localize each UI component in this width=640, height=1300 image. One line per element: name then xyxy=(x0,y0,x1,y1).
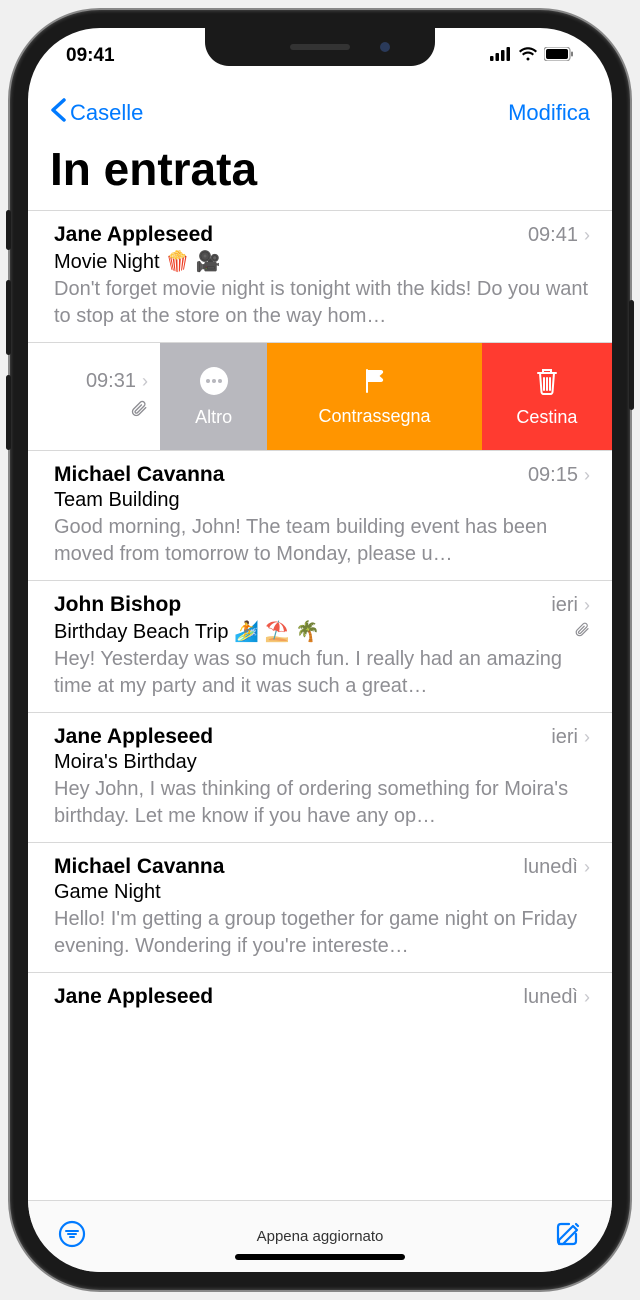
chevron-right-icon: › xyxy=(584,225,590,246)
swipe-peek: 09:31 › xyxy=(28,343,160,450)
edit-button[interactable]: Modifica xyxy=(508,100,590,126)
silent-switch xyxy=(6,210,11,250)
attachment-icon xyxy=(574,621,590,642)
mail-preview: Hey John, I was thinking of ordering som… xyxy=(54,776,590,830)
mail-row[interactable]: Jane Appleseed ieri › Moira's Birthday H… xyxy=(28,712,612,842)
chevron-right-icon: › xyxy=(584,857,590,878)
power-button xyxy=(629,300,634,410)
wifi-icon xyxy=(518,45,538,67)
swipe-more-label: Altro xyxy=(195,407,232,428)
mail-time: lunedì xyxy=(524,856,579,879)
mail-preview: Good morning, John! The team building ev… xyxy=(54,514,590,568)
phone-frame: 09:41 Caselle Modifica xyxy=(10,10,630,1290)
trash-icon xyxy=(534,366,560,401)
page-title: In entrata xyxy=(28,136,612,210)
status-time: 09:41 xyxy=(66,45,115,67)
mail-time: 09:41 xyxy=(528,224,578,247)
swipe-actions: Altro Contrassegna Cestina xyxy=(160,343,612,450)
volume-up-button xyxy=(6,280,11,355)
compose-button[interactable] xyxy=(554,1220,582,1253)
mail-time: 09:31 xyxy=(86,370,136,393)
screen: 09:41 Caselle Modifica xyxy=(28,28,612,1272)
mail-row[interactable]: Jane Appleseed 09:41 › Movie Night 🍿 🎥 D… xyxy=(28,210,612,342)
battery-icon xyxy=(544,45,574,67)
mail-sender: Michael Cavanna xyxy=(54,855,224,879)
swipe-trash-button[interactable]: Cestina xyxy=(482,343,612,450)
volume-down-button xyxy=(6,375,11,450)
mail-subject: Game Night xyxy=(54,881,590,904)
mail-subject: Moira's Birthday xyxy=(54,751,590,774)
chevron-right-icon: › xyxy=(584,727,590,748)
mail-preview: Hey! Yesterday was so much fun. I really… xyxy=(54,646,590,700)
home-indicator[interactable] xyxy=(235,1254,405,1260)
mail-row[interactable]: Michael Cavanna 09:15 › Team Building Go… xyxy=(28,450,612,580)
notch xyxy=(205,28,435,66)
mail-sender: Jane Appleseed xyxy=(54,985,213,1009)
chevron-left-icon xyxy=(50,98,66,128)
mail-sender: Michael Cavanna xyxy=(54,463,224,487)
toolbar: Appena aggiornato xyxy=(28,1200,612,1272)
chevron-right-icon: › xyxy=(584,595,590,616)
swipe-more-button[interactable]: Altro xyxy=(160,343,267,450)
mail-time: 09:15 xyxy=(528,464,578,487)
mail-row[interactable]: Michael Cavanna lunedì › Game Night Hell… xyxy=(28,842,612,972)
mail-time: ieri xyxy=(551,726,578,749)
mail-preview: Don't forget movie night is tonight with… xyxy=(54,276,590,330)
mail-sender: Jane Appleseed xyxy=(54,223,213,247)
more-icon xyxy=(199,366,229,401)
mail-sender: Jane Appleseed xyxy=(54,725,213,749)
chevron-right-icon: › xyxy=(142,371,148,392)
mail-time: ieri xyxy=(551,594,578,617)
swipe-flag-button[interactable]: Contrassegna xyxy=(267,343,482,450)
mail-row-swiped[interactable]: 09:31 › Altro xyxy=(28,342,612,450)
chevron-right-icon: › xyxy=(584,465,590,486)
back-button[interactable]: Caselle xyxy=(50,98,143,128)
filter-button[interactable] xyxy=(58,1220,86,1253)
flag-icon xyxy=(361,367,389,400)
mail-subject: Team Building xyxy=(54,489,590,512)
mail-list[interactable]: Jane Appleseed 09:41 › Movie Night 🍿 🎥 D… xyxy=(28,210,612,1200)
mail-subject: Birthday Beach Trip 🏄 ⛱️ 🌴 xyxy=(54,619,590,644)
mail-preview: Hello! I'm getting a group together for … xyxy=(54,906,590,960)
mail-sender: John Bishop xyxy=(54,593,181,617)
back-label: Caselle xyxy=(70,100,143,126)
attachment-icon xyxy=(130,399,148,423)
swipe-trash-label: Cestina xyxy=(516,407,577,428)
toolbar-status: Appena aggiornato xyxy=(257,1228,384,1245)
mail-subject: Movie Night 🍿 🎥 xyxy=(54,249,590,274)
mail-row[interactable]: John Bishop ieri › Birthday Beach Trip 🏄… xyxy=(28,580,612,712)
cellular-icon xyxy=(490,45,512,67)
swipe-flag-label: Contrassegna xyxy=(318,406,430,427)
mail-row[interactable]: Jane Appleseed lunedì › xyxy=(28,972,612,1013)
nav-bar: Caselle Modifica xyxy=(28,84,612,136)
mail-time: lunedì xyxy=(524,986,579,1009)
chevron-right-icon: › xyxy=(584,987,590,1008)
